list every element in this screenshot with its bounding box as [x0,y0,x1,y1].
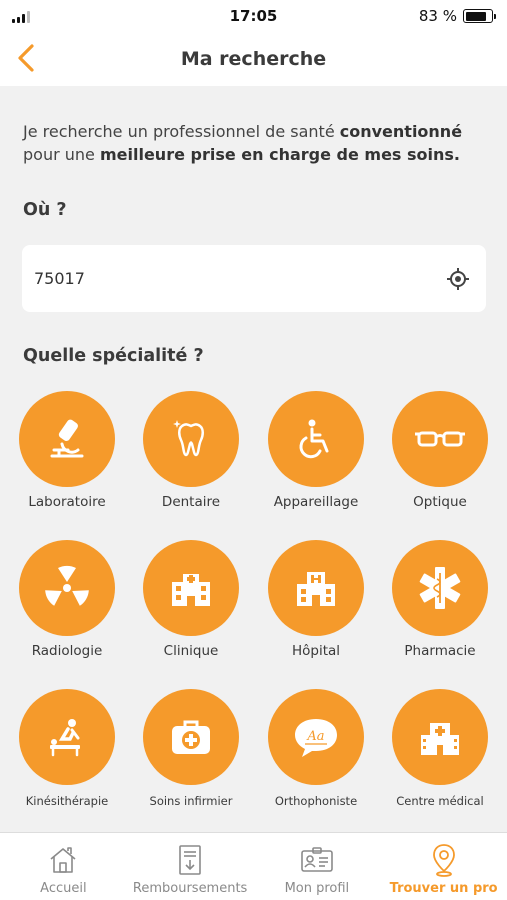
specialty-label: Hôpital [291,643,341,659]
first-aid-kit-icon [143,689,239,785]
map-pin-icon [427,843,461,877]
location-heading: Où ? [23,200,67,220]
glasses-icon [392,391,488,487]
back-button[interactable] [6,38,46,78]
tab-trouver-un-pro[interactable]: Trouver un pro [380,833,507,900]
tab-mon-profil[interactable]: Mon profil [254,833,381,900]
specialty-optique[interactable]: Optique [378,391,502,521]
location-input[interactable] [34,269,414,288]
crosshair-icon [447,267,469,290]
specialty-radiologie[interactable]: Radiologie [5,540,129,670]
tab-label: Accueil [40,881,87,896]
specialty-label: Radiologie [31,643,103,659]
specialty-kinesitherapie[interactable]: Kinésithérapie [5,689,129,819]
home-icon [46,843,80,877]
specialty-heading: Quelle spécialité ? [23,346,204,366]
specialty-label: Optique [413,494,467,510]
specialty-label: Laboratoire [28,494,106,510]
intro-part-1: Je recherche un professionnel de santé [23,122,340,141]
intro-bold-2: meilleure prise en charge de mes soins. [99,145,461,164]
specialty-label: Clinique [163,643,219,659]
specialty-pharmacie[interactable]: Pharmacie [378,540,502,670]
specialty-centre-medical[interactable]: Centre médical [378,689,502,819]
specialty-label: Kinésithérapie [25,794,109,808]
tab-bar: Accueil Remboursements Mon profil Trouve… [0,832,507,900]
tab-label: Mon profil [284,881,350,896]
specialty-label: Centre médical [396,794,484,808]
medical-center-icon [392,689,488,785]
battery-percent: 83 % [418,7,457,25]
star-of-life-icon [392,540,488,636]
battery-icon [463,9,496,23]
speech-bubble-icon: Aa [268,689,364,785]
specialty-label: Orthophoniste [274,794,358,808]
specialty-appareillage[interactable]: Appareillage [254,391,378,521]
status-bar: 17:05 83 % [0,0,507,32]
tab-accueil[interactable]: Accueil [0,833,127,900]
intro-part-2: pour une [23,145,100,164]
document-icon [173,843,207,877]
battery-fill [465,11,487,21]
specialty-laboratoire[interactable]: Laboratoire [5,391,129,521]
svg-text:Aa: Aa [306,729,324,744]
signal-icon [12,9,30,23]
specialty-hopital[interactable]: Hôpital [254,540,378,670]
navigation-bar: Ma recherche [0,32,507,86]
specialty-orthophoniste[interactable]: Aa Orthophoniste [254,689,378,819]
chevron-left-icon [18,44,34,72]
tab-label: Trouver un pro [389,881,498,896]
massage-table-icon [19,689,115,785]
microscope-icon [19,391,115,487]
location-field[interactable] [22,245,486,312]
specialty-label: Appareillage [273,494,359,510]
tab-remboursements[interactable]: Remboursements [127,833,254,900]
radiation-icon [19,540,115,636]
wheelchair-icon [268,391,364,487]
tooth-icon [143,391,239,487]
specialty-dentaire[interactable]: Dentaire [129,391,253,521]
page-title: Ma recherche [180,48,327,70]
specialty-clinique[interactable]: Clinique [129,540,253,670]
tab-label: Remboursements [132,881,248,896]
geolocate-button[interactable] [445,266,471,292]
clinic-building-icon [143,540,239,636]
specialty-label: Pharmacie [404,643,476,659]
id-card-icon [300,843,334,877]
specialty-label: Dentaire [161,494,221,510]
intro-bold-1: conventionné [339,122,463,141]
hospital-icon [268,540,364,636]
search-content: Je recherche un professionnel de santé c… [0,86,507,832]
specialty-soins-infirmier[interactable]: Soins infirmier [129,689,253,819]
intro-text: Je recherche un professionnel de santé c… [23,120,493,166]
specialty-label: Soins infirmier [149,794,233,808]
